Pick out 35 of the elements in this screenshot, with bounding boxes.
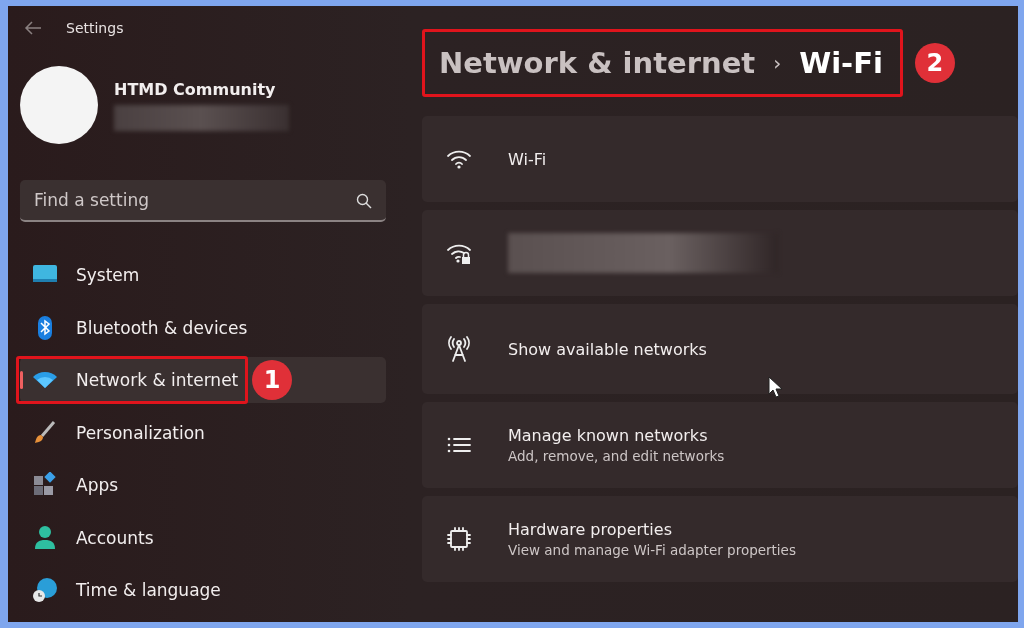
page-title: Wi-Fi bbox=[799, 46, 883, 80]
chip-icon bbox=[446, 526, 472, 552]
search-field[interactable]: Find a setting bbox=[20, 180, 386, 222]
back-arrow-icon bbox=[24, 21, 42, 35]
nav-item[interactable]: Accounts bbox=[20, 514, 386, 561]
card-subtitle: Add, remove, and edit networks bbox=[508, 448, 725, 464]
apps-icon bbox=[32, 472, 58, 498]
card-subtitle: View and manage Wi-Fi adapter properties bbox=[508, 542, 796, 558]
nav-item[interactable]: System bbox=[20, 252, 386, 298]
chevron-icon: › bbox=[773, 51, 782, 75]
account-name: HTMD Community bbox=[114, 79, 277, 99]
nav-item[interactable]: Personalization bbox=[20, 409, 386, 456]
settings-card[interactable]: Manage known networks Add, remove, and edit networks bbox=[422, 402, 1018, 488]
person-icon bbox=[32, 524, 58, 551]
nav-item[interactable]: Bluetooth & devices bbox=[20, 304, 386, 351]
globe-clock-icon bbox=[32, 577, 58, 603]
settings-card[interactable]: Wi-Fi bbox=[422, 116, 1018, 202]
card-title: Hardware properties bbox=[508, 520, 673, 539]
search-icon bbox=[356, 193, 372, 209]
window-title: Settings bbox=[66, 20, 124, 36]
back-button[interactable] bbox=[22, 19, 44, 37]
card-title: Show available networks bbox=[508, 339, 707, 359]
paintbrush-icon bbox=[32, 419, 58, 446]
settings-card[interactable]: Hardware properties View and manage Wi-Fi adapter properties bbox=[422, 496, 1018, 582]
breadcrumb-link[interactable]: Network & internet bbox=[439, 46, 756, 80]
card-title: Manage known networks bbox=[508, 426, 709, 445]
step-badge: 2 bbox=[914, 43, 955, 83]
nav-item[interactable]: Time & language bbox=[20, 567, 386, 613]
step-badge: 1 bbox=[252, 360, 292, 400]
card-title: Wi-Fi bbox=[508, 149, 547, 169]
settings-card[interactable] bbox=[422, 210, 1018, 296]
antenna-icon bbox=[446, 336, 472, 362]
mouse-pointer-icon bbox=[768, 376, 782, 398]
nav-item[interactable]: Apps bbox=[20, 462, 386, 508]
selection-indicator bbox=[20, 371, 23, 389]
